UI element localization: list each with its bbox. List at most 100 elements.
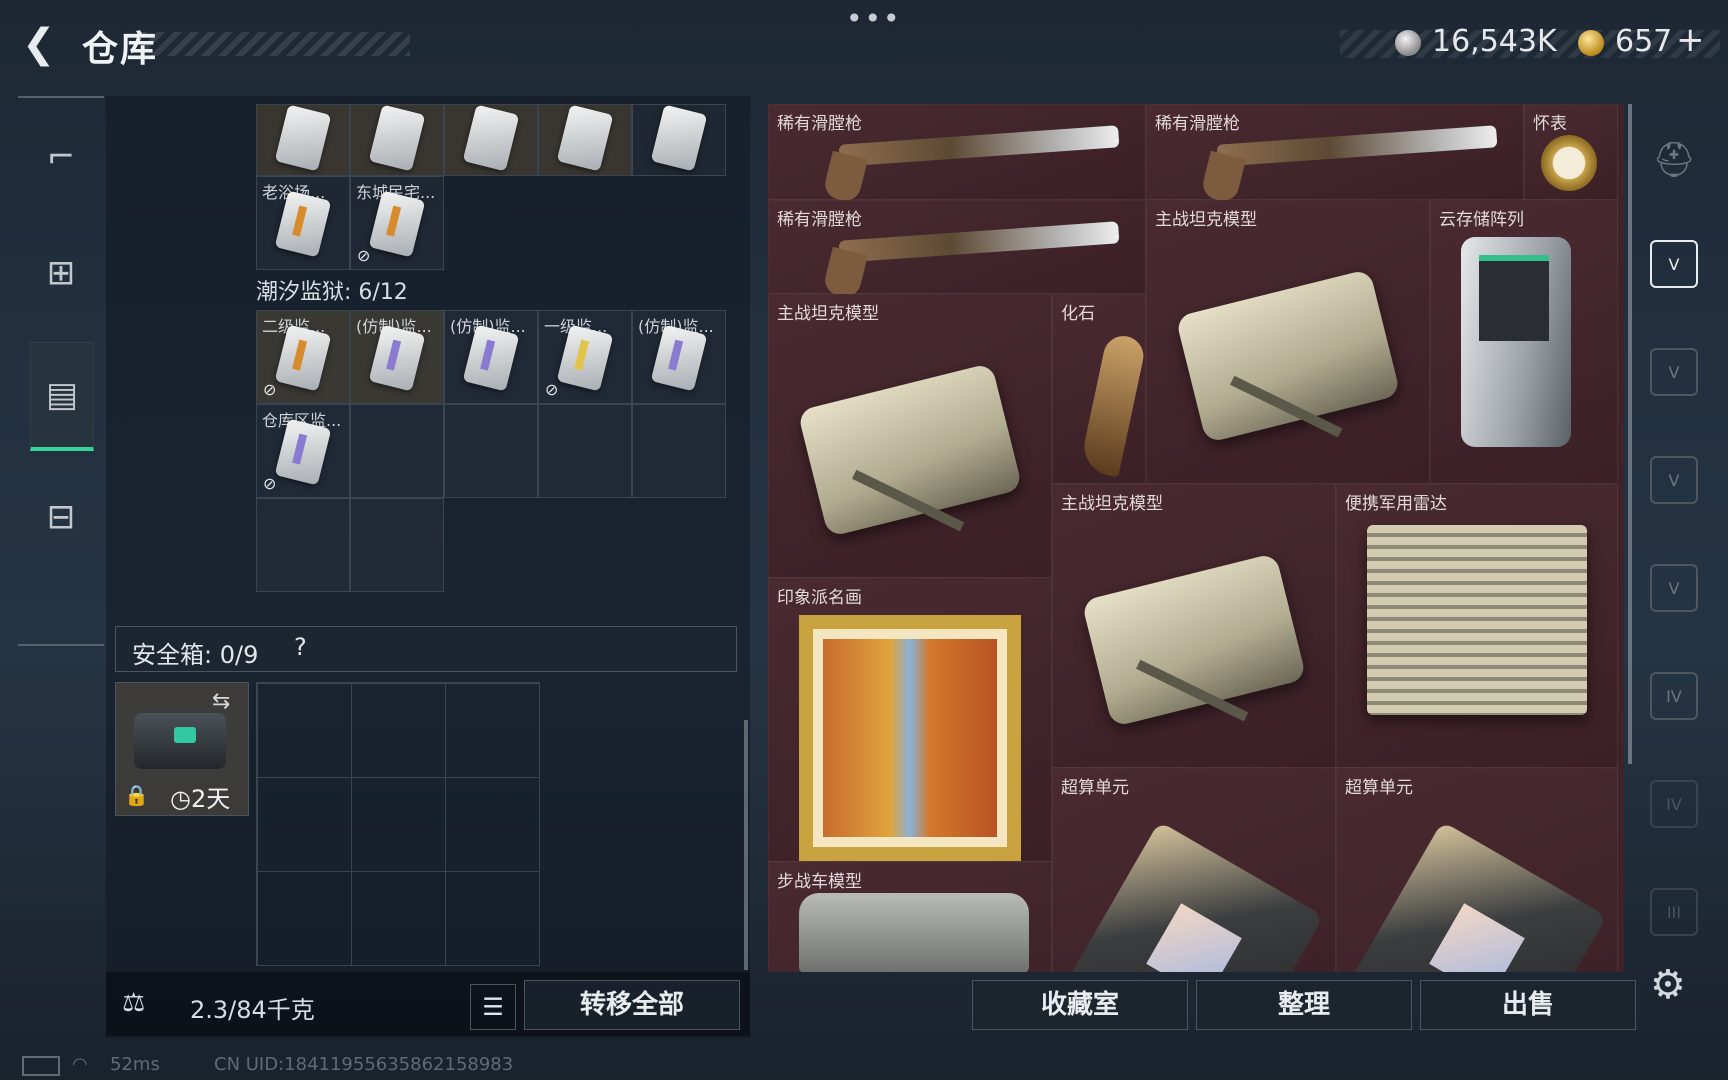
- inventory-slot[interactable]: 老浴场...: [256, 176, 350, 270]
- stash-item[interactable]: 主战坦克模型: [768, 294, 1052, 578]
- stash-item[interactable]: 化石: [1052, 294, 1148, 484]
- radar-icon: [1367, 525, 1587, 715]
- inventory-slot-empty[interactable]: [256, 498, 350, 592]
- stash-item[interactable]: 超算单元: [1336, 768, 1618, 972]
- user-uid: CN UID:18411955635862158983: [214, 1054, 514, 1075]
- inventory-slot[interactable]: [632, 104, 726, 176]
- item-name: 稀有滑膛枪: [777, 210, 862, 230]
- compute-unit-icon: [1064, 820, 1324, 972]
- stash-item[interactable]: 主战坦克模型: [1052, 484, 1336, 768]
- stash-tab-iv[interactable]: IV: [1650, 780, 1698, 828]
- stash-item[interactable]: 主战坦克模型: [1146, 200, 1430, 484]
- stash-panel: 稀有滑膛枪 稀有滑膛枪 怀表 稀有滑膛枪 主战坦克模型 云存储阵列 主战坦克模型…: [768, 104, 1624, 972]
- item-name: 稀有滑膛枪: [1155, 114, 1240, 134]
- keycard-icon: [274, 104, 332, 172]
- help-icon[interactable]: ?: [294, 633, 307, 661]
- musket-icon: [1216, 125, 1498, 167]
- stash-item[interactable]: 印象派名画: [768, 578, 1052, 862]
- sort-button[interactable]: 整理: [1196, 980, 1412, 1030]
- inventory-slot[interactable]: 东城民宅... ⊘: [350, 176, 444, 270]
- item-name: 稀有滑膛枪: [777, 114, 862, 134]
- safebox-item[interactable]: ⇆ 🔒 ◷2天: [115, 682, 249, 816]
- item-name: 主战坦克模型: [1155, 210, 1257, 230]
- stash-tab-iii[interactable]: III: [1650, 888, 1698, 936]
- stash-item[interactable]: 稀有滑膛枪: [768, 200, 1146, 294]
- nav-vest[interactable]: ▤: [30, 342, 94, 451]
- compute-unit-icon: [1347, 820, 1607, 972]
- stash-item[interactable]: 超算单元: [1052, 768, 1336, 972]
- tank-model-icon: [1081, 552, 1307, 728]
- inventory-slot-empty[interactable]: [350, 404, 444, 498]
- sell-button[interactable]: 出售: [1420, 980, 1636, 1030]
- safebox-capacity: 安全箱: 0/9: [132, 641, 259, 669]
- ping-readout: 52ms: [110, 1054, 160, 1075]
- fossil-claw-icon: [1078, 332, 1148, 478]
- inventory-slot[interactable]: [256, 104, 350, 176]
- inventory-slot-empty[interactable]: [538, 404, 632, 498]
- stash-item[interactable]: 怀表: [1524, 104, 1618, 200]
- safebox-case-icon: [134, 713, 226, 769]
- inventory-slot-empty[interactable]: [444, 404, 538, 498]
- stash-item[interactable]: 稀有滑膛枪: [768, 104, 1146, 200]
- safebox-grid[interactable]: [256, 682, 540, 966]
- nav-backpack[interactable]: ⊞: [30, 228, 92, 318]
- scrollbar[interactable]: [1628, 104, 1632, 764]
- inventory-slot[interactable]: [444, 104, 538, 176]
- carry-weight: 2.3/84千克: [190, 996, 315, 1024]
- inventory-slot[interactable]: (仿制)监...: [444, 310, 538, 404]
- helmet-icon[interactable]: ⛑: [1650, 136, 1698, 184]
- stash-tab-v[interactable]: V: [1650, 456, 1698, 504]
- silver-coin-icon: [1395, 30, 1421, 56]
- stash-tab-v[interactable]: V: [1650, 348, 1698, 396]
- collection-room-button[interactable]: 收藏室: [972, 980, 1188, 1030]
- painting-icon: [799, 615, 1021, 861]
- page-title: 仓库: [82, 29, 159, 70]
- server-array-icon: [1461, 237, 1571, 447]
- inventory-slot[interactable]: 仓库区监... ⊘: [256, 404, 350, 498]
- item-name: 超算单元: [1345, 778, 1413, 798]
- inventory-slot-empty[interactable]: [350, 498, 444, 592]
- item-name: 印象派名画: [777, 588, 862, 608]
- stash-item[interactable]: 稀有滑膛枪: [1146, 104, 1524, 200]
- no-transfer-icon: ⊘: [263, 474, 277, 493]
- stash-tab-v-active[interactable]: V: [1650, 240, 1698, 288]
- list-view-button[interactable]: ☰: [470, 984, 516, 1030]
- tank-model-icon: [1175, 268, 1401, 444]
- scrollbar[interactable]: [744, 720, 748, 970]
- inventory-slot[interactable]: (仿制)监...: [350, 310, 444, 404]
- stash-item[interactable]: 便携军用雷达: [1336, 484, 1618, 768]
- bottom-bar-right: 收藏室 整理 出售: [768, 972, 1638, 1036]
- inventory-slot[interactable]: [350, 104, 444, 176]
- item-name: 怀表: [1533, 114, 1567, 134]
- item-name: 便携军用雷达: [1345, 494, 1447, 514]
- swap-icon[interactable]: ⇆: [212, 689, 230, 714]
- back-button[interactable]: ❮: [22, 22, 62, 66]
- stash-item[interactable]: 步战车模型: [768, 862, 1052, 972]
- inventory-slot-empty[interactable]: [632, 404, 726, 498]
- bottom-bar-left: ⚖ 2.3/84千克 ☰ 转移全部: [106, 972, 750, 1036]
- settings-gear-icon[interactable]: ⚙: [1650, 962, 1686, 1008]
- gold-currency-amount: 657: [1615, 24, 1673, 59]
- nav-briefcase[interactable]: ⊟: [30, 472, 92, 562]
- briefcase-icon: ⊟: [46, 497, 76, 537]
- add-currency-button[interactable]: +: [1676, 20, 1705, 60]
- stash-item[interactable]: 云存储阵列: [1430, 200, 1618, 484]
- gold-coin-icon: [1578, 30, 1604, 56]
- inventory-slot[interactable]: 二级监... ⊘: [256, 310, 350, 404]
- item-name: 云存储阵列: [1439, 210, 1524, 230]
- transfer-all-button[interactable]: 转移全部: [524, 980, 740, 1030]
- inventory-slot[interactable]: [538, 104, 632, 176]
- inventory-slot[interactable]: 一级监... ⊘: [538, 310, 632, 404]
- musket-icon: [838, 221, 1120, 263]
- ifv-model-icon: [799, 893, 1029, 972]
- inventory-slot[interactable]: (仿制)监...: [632, 310, 726, 404]
- top-bar: ❮ 仓库 ••• 16,543K 657 +: [0, 0, 1728, 92]
- no-transfer-icon: ⊘: [545, 380, 559, 399]
- stash-tab-v[interactable]: V: [1650, 564, 1698, 612]
- stash-tab-iv[interactable]: IV: [1650, 672, 1698, 720]
- no-transfer-icon: ⊘: [263, 380, 277, 399]
- more-menu-icon[interactable]: •••: [846, 2, 902, 35]
- wifi-icon: ◠: [72, 1054, 88, 1075]
- pocket-watch-icon: [1541, 135, 1597, 191]
- nav-weapons[interactable]: ⌐: [30, 112, 92, 202]
